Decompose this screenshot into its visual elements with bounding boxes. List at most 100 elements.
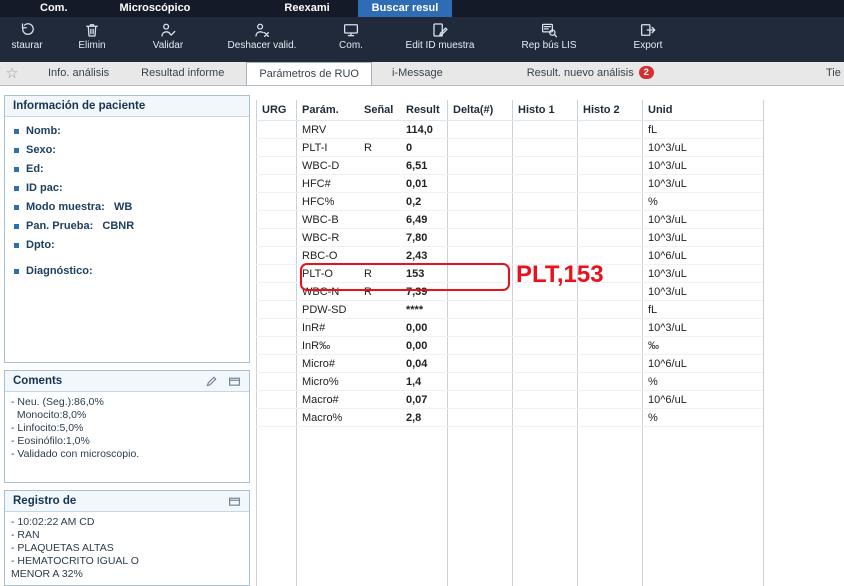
tab-parametros-ruo[interactable]: Parámetros de RUO (246, 62, 372, 85)
result-row[interactable]: RBC-O 2,43 10^6/uL (256, 247, 763, 265)
cell-histo1 (512, 175, 577, 193)
result-row[interactable]: InR‰ 0,00 ‰ (256, 337, 763, 355)
cell-senal (358, 373, 400, 391)
bullet-icon (14, 224, 19, 229)
edit-sample-id-button[interactable]: Edit ID muestra (384, 20, 496, 52)
comment-line: - Eosinófilo:1,0% (11, 435, 243, 448)
col-header-unid: Unid (642, 100, 763, 121)
plt-annotation-text: PLT,153 (516, 261, 604, 289)
cell-histo2 (577, 211, 642, 229)
log-line: - HEMATOCRITO IGUAL O (11, 555, 243, 568)
cell-histo1 (512, 139, 577, 157)
cell-delta (447, 319, 512, 337)
log-line: - PLAQUETAS ALTAS (11, 542, 243, 555)
patient-field: Sexo: (5, 141, 249, 160)
cell-urg (256, 211, 296, 229)
cell-urg (256, 409, 296, 427)
bullet-icon (14, 269, 19, 274)
col-header-histo2: Histo 2 (577, 100, 642, 121)
cell-histo2 (577, 193, 642, 211)
export-button[interactable]: Export (602, 20, 694, 52)
cell-senal (358, 301, 400, 319)
col-header-result: Result (400, 100, 447, 121)
patient-field: Ed: (5, 160, 249, 179)
result-row[interactable]: InR# 0,00 10^3/uL (256, 319, 763, 337)
cell-result: 1,4 (400, 373, 447, 391)
undo-validate-button[interactable]: Deshacer valid. (206, 20, 318, 52)
cell-senal: R (358, 139, 400, 157)
top-tab-buscar-resul[interactable]: Buscar resul (358, 0, 453, 17)
cell-urg (256, 391, 296, 409)
lis-search-report-button[interactable]: Rep bús LIS (496, 20, 602, 52)
result-row[interactable]: MRV 114,0 fL (256, 121, 763, 139)
result-row[interactable]: Macro% 2,8 % (256, 409, 763, 427)
favorite-star-icon[interactable]: ☆ (0, 62, 24, 85)
lis-search-label: Rep bús LIS (521, 40, 576, 52)
cell-result: 0,00 (400, 319, 447, 337)
comments-body: - Neu. (Seg.):86,0% Monocito:8,0% - Linf… (5, 392, 249, 465)
log-line: - 10:02:22 AM CD (11, 516, 243, 529)
cell-urg (256, 301, 296, 319)
cell-unid: 10^3/uL (642, 211, 763, 229)
result-row[interactable]: WBC-B 6,49 10^3/uL (256, 211, 763, 229)
patient-field: ID pac: (5, 179, 249, 198)
comment-line: - Linfocito:5,0% (11, 422, 243, 435)
restore-button[interactable]: staurar (0, 20, 54, 52)
cell-urg (256, 355, 296, 373)
col-header-histo1: Histo 1 (512, 100, 577, 121)
cell-urg (256, 229, 296, 247)
cell-delta (447, 211, 512, 229)
cell-result: 6,49 (400, 211, 447, 229)
patient-field-label: Modo muestra: WB (26, 200, 132, 215)
tab-resultado-informe[interactable]: Resultad informe (129, 62, 236, 85)
app-window: Com. Microscópico Reexami Buscar resul s… (0, 0, 844, 586)
tab-i-message[interactable]: i-Message (380, 62, 455, 85)
result-row[interactable]: Micro# 0,04 10^6/uL (256, 355, 763, 373)
result-row[interactable]: HFC# 0,01 10^3/uL (256, 175, 763, 193)
col-header-senal: Señal (358, 100, 400, 121)
result-row[interactable]: HFC% 0,2 % (256, 193, 763, 211)
tab-info-analisis[interactable]: Info. análisis (36, 62, 121, 85)
patient-field-label: Pan. Prueba: CBNR (26, 219, 134, 234)
tab-result-nuevo-analisis[interactable]: Result. nuevo análisis2 (515, 62, 666, 85)
cell-senal (358, 409, 400, 427)
top-tab-microscopico[interactable]: Microscópico (106, 0, 205, 17)
top-tab-reexami[interactable]: Reexami (270, 0, 343, 17)
top-tab-com[interactable]: Com. (26, 0, 82, 17)
delete-label: Elimin (78, 40, 105, 52)
edit-comment-pencil-icon[interactable] (205, 375, 218, 388)
patient-field-label: Ed: (26, 162, 44, 177)
result-row[interactable]: PDW-SD **** fL (256, 301, 763, 319)
bullet-icon (14, 243, 19, 248)
log-line: - RAN (11, 529, 243, 542)
result-row[interactable]: PLT-I R 0 10^3/uL (256, 139, 763, 157)
cell-delta (447, 247, 512, 265)
cell-result: 0,04 (400, 355, 447, 373)
patient-field: Modo muestra: WB (5, 198, 249, 217)
cell-histo2 (577, 229, 642, 247)
edit-sample-id-label: Edit ID muestra (406, 40, 475, 52)
patient-info-panel: Información de paciente Nomb: Sexo: (4, 95, 250, 363)
bullet-icon (14, 205, 19, 210)
cell-urg (256, 319, 296, 337)
result-row[interactable]: Macro# 0,07 10^6/uL (256, 391, 763, 409)
cell-delta (447, 373, 512, 391)
popout-window-icon[interactable] (228, 496, 241, 507)
comm-button[interactable]: Com. (318, 20, 384, 52)
toolbar: staurar Elimin Validar Deshacer valid. C… (0, 17, 844, 62)
cell-param: WBC-B (296, 211, 358, 229)
validate-button[interactable]: Validar (130, 20, 206, 52)
cell-unid: fL (642, 301, 763, 319)
cell-histo1 (512, 355, 577, 373)
result-row[interactable]: WBC-R 7,80 10^3/uL (256, 229, 763, 247)
tab-label: Result. nuevo análisis (527, 67, 634, 79)
cell-senal (358, 229, 400, 247)
patient-field: Pan. Prueba: CBNR (5, 217, 249, 236)
patient-field-label: Nomb: (26, 124, 61, 139)
popout-window-icon[interactable] (228, 376, 241, 387)
tab-tie-clipped[interactable]: Tie (822, 62, 844, 85)
delete-button[interactable]: Elimin (54, 20, 130, 52)
top-tab-bar: Com. Microscópico Reexami Buscar resul (0, 0, 844, 17)
result-row[interactable]: Micro% 1,4 % (256, 373, 763, 391)
result-row[interactable]: WBC-D 6,51 10^3/uL (256, 157, 763, 175)
